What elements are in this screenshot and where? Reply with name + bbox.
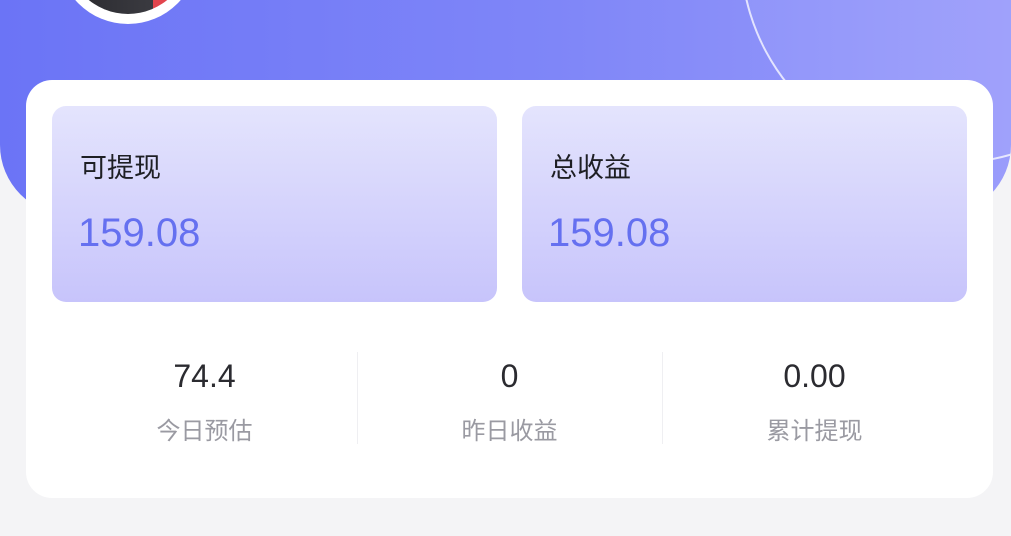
withdrawable-card[interactable]: 可提现 159.08 xyxy=(52,106,497,302)
avatar-image xyxy=(66,0,190,14)
withdrawable-label: 可提现 xyxy=(80,153,161,184)
metric-label: 昨日收益 xyxy=(461,417,558,445)
metric-yesterday-earnings[interactable]: 0 昨日收益 xyxy=(357,350,662,450)
total-earnings-amount: 159.08 xyxy=(548,211,671,255)
metric-value: 0 xyxy=(500,358,519,394)
metric-label: 累计提现 xyxy=(766,417,863,445)
metric-value: 0.00 xyxy=(783,358,846,394)
metrics-row: 74.4 今日预估 0 昨日收益 0.00 累计提现 xyxy=(52,350,967,450)
total-earnings-card[interactable]: 总收益 159.08 xyxy=(522,106,967,302)
total-earnings-label: 总收益 xyxy=(550,153,631,184)
earnings-card: 可提现 159.08 总收益 159.08 74.4 今日预估 0 昨日收益 0… xyxy=(26,80,993,498)
avatar[interactable] xyxy=(58,0,198,24)
metric-value: 74.4 xyxy=(173,358,236,394)
metric-total-withdrawn[interactable]: 0.00 累计提现 xyxy=(662,350,967,450)
metric-label: 今日预估 xyxy=(156,417,253,445)
withdrawable-amount: 159.08 xyxy=(78,211,201,255)
metric-today-estimate[interactable]: 74.4 今日预估 xyxy=(52,350,357,450)
